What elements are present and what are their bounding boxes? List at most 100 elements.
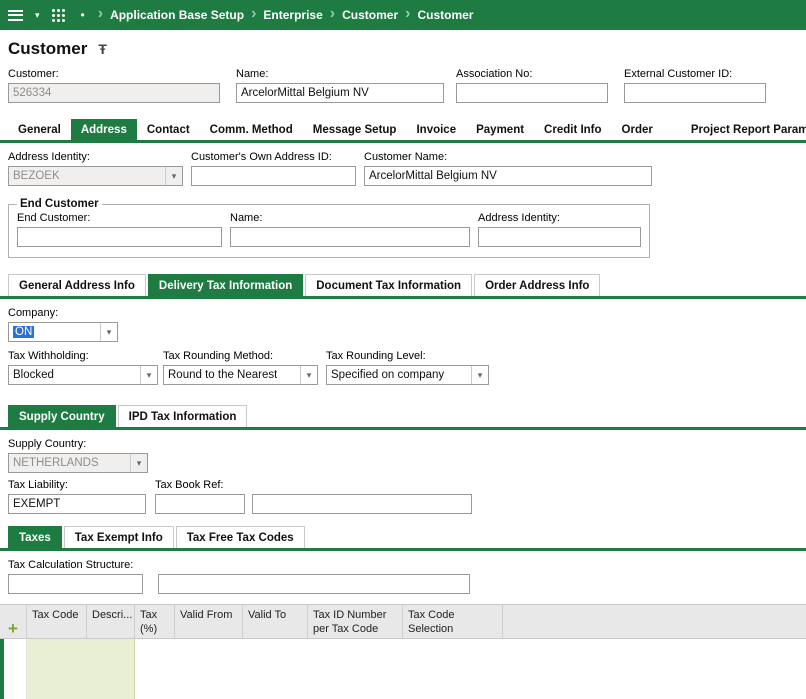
tab-invoice[interactable]: Invoice <box>406 119 466 140</box>
address-tab-bar: General Address Info Delivery Tax Inform… <box>0 274 806 299</box>
grid-body <box>0 639 806 699</box>
address-identity-select[interactable]: BEZOEK ▾ <box>8 166 183 186</box>
supply-country-field: Supply Country: NETHERLANDS ▾ <box>8 438 148 473</box>
tax-calculation-structure-label: Tax Calculation Structure: <box>8 559 134 571</box>
tab-order-address-info[interactable]: Order Address Info <box>474 274 601 296</box>
add-row-button[interactable]: + <box>8 620 18 638</box>
combo-arrow-icon[interactable]: ▾ <box>130 454 147 472</box>
end-customer-group: End Customer End Customer: Name: Address… <box>8 198 650 258</box>
tax-rounding-method-field: Tax Rounding Method: Round to the Neares… <box>163 350 318 385</box>
association-no-input[interactable] <box>456 83 608 103</box>
tab-credit-info[interactable]: Credit Info <box>534 119 612 140</box>
end-customer-name-field: Name: <box>230 212 470 247</box>
tab-general[interactable]: General <box>8 119 71 140</box>
grid-header-filler <box>503 605 806 638</box>
external-customer-id-label: External Customer ID: <box>624 68 733 80</box>
tax-rounding-level-label: Tax Rounding Level: <box>326 350 426 362</box>
dropdown-caret-icon[interactable]: ▾ <box>35 10 40 21</box>
tax-withholding-label: Tax Withholding: <box>8 350 89 362</box>
customer-input[interactable]: 526334 <box>8 83 220 103</box>
customer-field: Customer: 526334 <box>8 68 220 103</box>
tab-address[interactable]: Address <box>70 119 137 140</box>
tax-withholding-select[interactable]: Blocked ▾ <box>8 365 158 385</box>
tab-general-address-info[interactable]: General Address Info <box>8 274 146 296</box>
tax-calculation-structure-field: Tax Calculation Structure: <box>8 559 470 594</box>
external-customer-id-field: External Customer ID: <box>624 68 766 103</box>
tab-contact[interactable]: Contact <box>137 119 200 140</box>
col-tax-code[interactable]: Tax Code <box>27 605 87 638</box>
combo-arrow-icon[interactable]: ▾ <box>165 167 182 185</box>
col-tax-id-number[interactable]: Tax ID Number per Tax Code <box>308 605 403 638</box>
customer-name-input[interactable]: ArcelorMittal Belgium NV <box>364 166 652 186</box>
end-customer-name-input[interactable] <box>230 227 470 247</box>
company-select[interactable]: ON ▾ <box>8 322 118 342</box>
combo-arrow-icon[interactable]: ▾ <box>300 366 317 384</box>
customer-name-field: Customer Name: ArcelorMittal Belgium NV <box>364 151 652 186</box>
tax-book-ref-field: Tax Book Ref: <box>155 479 472 514</box>
tab-message-setup[interactable]: Message Setup <box>303 119 407 140</box>
customer-window: ▾ • › Application Base Setup › Enterpris… <box>0 0 806 699</box>
own-address-id-field: Customer's Own Address ID: <box>191 151 356 186</box>
combo-arrow-icon[interactable]: ▾ <box>140 366 157 384</box>
tab-supply-country[interactable]: Supply Country <box>8 405 116 427</box>
combo-arrow-icon[interactable]: ▾ <box>100 323 117 341</box>
apps-grid-icon[interactable] <box>51 8 65 22</box>
pin-icon[interactable]: Ŧ <box>98 41 107 57</box>
row-selector-cell[interactable] <box>4 639 27 699</box>
tab-project-report-parameters[interactable]: Project Report Parameters <box>681 119 806 140</box>
breadcrumb-customer-page[interactable]: Customer <box>417 8 473 22</box>
tab-order[interactable]: Order <box>612 119 663 140</box>
end-customer-address-identity-label: Address Identity: <box>478 212 560 224</box>
col-description[interactable]: Descri... <box>87 605 135 638</box>
bullet-icon: • <box>80 8 85 22</box>
end-customer-name-label: Name: <box>230 212 263 224</box>
tab-document-tax-information[interactable]: Document Tax Information <box>305 274 473 296</box>
association-no-field: Association No: <box>456 68 608 103</box>
end-customer-address-identity-input[interactable] <box>478 227 641 247</box>
tax-rounding-level-field: Tax Rounding Level: Specified on company… <box>326 350 489 385</box>
menu-icon[interactable] <box>8 9 23 21</box>
col-tax-percent[interactable]: Tax (%) <box>135 605 175 638</box>
external-customer-id-input[interactable] <box>624 83 766 103</box>
chevron-right-icon: › <box>329 5 336 22</box>
end-customer-legend: End Customer <box>20 198 99 210</box>
chevron-right-icon: › <box>405 5 411 22</box>
tab-taxes[interactable]: Taxes <box>8 526 62 548</box>
tab-tax-exempt-info[interactable]: Tax Exempt Info <box>63 526 174 548</box>
tax-book-ref-input[interactable] <box>155 494 245 514</box>
end-customer-input[interactable] <box>17 227 222 247</box>
col-valid-to[interactable]: Valid To <box>243 605 308 638</box>
new-row-cell[interactable] <box>27 639 135 699</box>
tab-delivery-tax-information[interactable]: Delivery Tax Information <box>147 274 304 296</box>
breadcrumb-customer[interactable]: Customer <box>342 8 398 22</box>
tax-settings-row: Tax Withholding: Blocked ▾ Tax Rounding … <box>0 350 806 385</box>
tab-payment[interactable]: Payment <box>466 119 534 140</box>
tax-rounding-method-select[interactable]: Round to the Nearest ▾ <box>163 365 318 385</box>
breadcrumb-application-base-setup[interactable]: Application Base Setup <box>110 8 244 22</box>
taxes-tab-bar: Taxes Tax Exempt Info Tax Free Tax Codes <box>0 526 806 551</box>
own-address-id-input[interactable] <box>191 166 356 186</box>
tab-tax-free-tax-codes[interactable]: Tax Free Tax Codes <box>175 526 305 548</box>
breadcrumb-enterprise[interactable]: Enterprise <box>263 8 322 22</box>
top-navigation-bar: ▾ • › Application Base Setup › Enterpris… <box>0 0 806 30</box>
supply-country-select[interactable]: NETHERLANDS ▾ <box>8 453 148 473</box>
tax-calculation-structure-input[interactable] <box>8 574 143 594</box>
supply-country-label: Supply Country: <box>8 438 87 450</box>
combo-arrow-icon[interactable]: ▾ <box>471 366 488 384</box>
tax-calculation-structure-row: Tax Calculation Structure: <box>0 559 806 594</box>
taxes-grid: + Tax Code Descri... Tax (%) Valid From … <box>0 604 806 699</box>
col-valid-from[interactable]: Valid From <box>175 605 243 638</box>
name-input[interactable]: ArcelorMittal Belgium NV <box>236 83 444 103</box>
tax-withholding-field: Tax Withholding: Blocked ▾ <box>8 350 158 385</box>
tab-ipd-tax-information[interactable]: IPD Tax Information <box>117 405 248 427</box>
grid-gutter: + <box>0 605 27 638</box>
tab-comm-method[interactable]: Comm. Method <box>200 119 303 140</box>
address-identity-field: Address Identity: BEZOEK ▾ <box>8 151 183 186</box>
tax-book-ref-description-input[interactable] <box>252 494 472 514</box>
tax-rounding-level-select[interactable]: Specified on company ▾ <box>326 365 489 385</box>
chevron-right-icon: › <box>97 5 104 22</box>
col-tax-code-selection[interactable]: Tax Code Selection <box>403 605 503 638</box>
supply-tab-bar: Supply Country IPD Tax Information <box>0 405 806 430</box>
tax-calculation-structure-description-input[interactable] <box>158 574 470 594</box>
tax-liability-input[interactable]: EXEMPT <box>8 494 146 514</box>
